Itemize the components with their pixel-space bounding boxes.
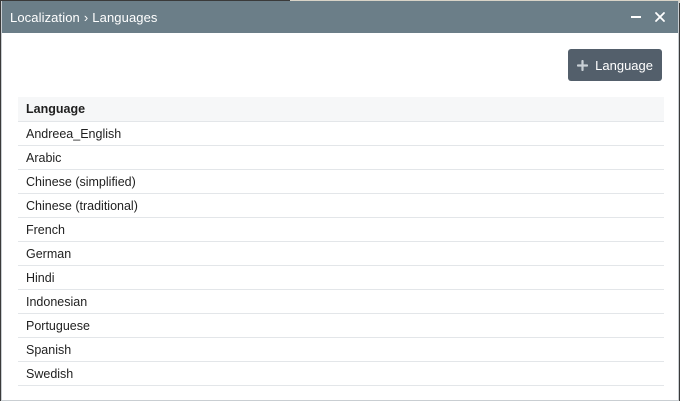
- table-row[interactable]: Spanish: [18, 337, 664, 362]
- add-language-button[interactable]: Language: [568, 49, 662, 81]
- dialog-content: Language Language Andreea_English Arabic…: [2, 33, 678, 386]
- table-row[interactable]: Chinese (traditional): [18, 193, 664, 218]
- add-language-label: Language: [595, 57, 653, 73]
- table-row[interactable]: Portuguese: [18, 313, 664, 338]
- table-row[interactable]: Andreea_English: [18, 121, 664, 146]
- languages-table: Language Andreea_English Arabic Chinese …: [18, 97, 664, 386]
- languages-dialog: Localization › Languages Language Langua…: [1, 1, 679, 401]
- language-cell: French: [18, 217, 664, 242]
- language-cell: German: [18, 241, 664, 266]
- language-cell: Spanish: [18, 337, 664, 362]
- language-cell: Andreea_English: [18, 121, 664, 146]
- language-cell: Portuguese: [18, 313, 664, 338]
- dialog-title: Localization › Languages: [10, 10, 624, 25]
- breadcrumb-current: Languages: [92, 9, 158, 25]
- dialog-titlebar: Localization › Languages: [2, 1, 678, 33]
- language-cell: Indonesian: [18, 289, 664, 314]
- column-header-language[interactable]: Language: [18, 97, 664, 122]
- table-row[interactable]: Chinese (simplified): [18, 169, 664, 194]
- close-icon: [655, 12, 665, 22]
- language-cell: Swedish: [18, 361, 664, 386]
- close-button[interactable]: [648, 5, 672, 29]
- table-row[interactable]: Indonesian: [18, 289, 664, 314]
- language-cell: Hindi: [18, 265, 664, 290]
- table-row[interactable]: French: [18, 217, 664, 242]
- minimize-icon: [631, 16, 641, 18]
- plus-icon: [577, 59, 589, 71]
- toolbar: Language: [18, 49, 662, 81]
- minimize-button[interactable]: [624, 5, 648, 29]
- breadcrumb-separator: ›: [83, 9, 89, 25]
- table-header-row: Language: [18, 97, 664, 122]
- breadcrumb-root[interactable]: Localization: [10, 10, 80, 25]
- language-cell: Chinese (traditional): [18, 193, 664, 218]
- table-row[interactable]: German: [18, 241, 664, 266]
- table-row[interactable]: Swedish: [18, 361, 664, 386]
- table-row[interactable]: Arabic: [18, 145, 664, 170]
- table-row[interactable]: Hindi: [18, 265, 664, 290]
- language-cell: Chinese (simplified): [18, 169, 664, 194]
- language-cell: Arabic: [18, 145, 664, 170]
